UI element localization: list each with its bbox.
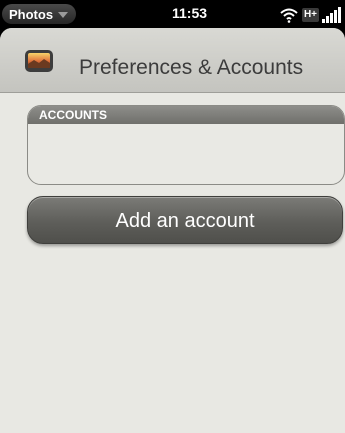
clock: 11:53	[172, 5, 208, 21]
signal-strength-icon	[322, 7, 341, 23]
chevron-down-icon	[58, 11, 69, 18]
app-window: Preferences & Accounts ACCOUNTS Add an a…	[0, 28, 345, 433]
accounts-group: ACCOUNTS	[27, 105, 345, 185]
add-account-button[interactable]: Add an account	[27, 196, 343, 244]
status-icons[interactable]: H+	[279, 5, 341, 23]
accounts-section-label: ACCOUNTS	[28, 106, 344, 124]
network-type-badge: H+	[301, 8, 319, 22]
accounts-list[interactable]	[28, 125, 344, 184]
page-title: Preferences & Accounts	[79, 56, 304, 79]
wifi-icon	[280, 8, 298, 23]
app-header: Preferences & Accounts	[0, 28, 345, 93]
app-menu[interactable]: Photos	[2, 4, 77, 24]
status-bar: Photos 11:53 H+	[0, 0, 345, 28]
app-menu-label: Photos	[9, 6, 54, 22]
screen: Photos 11:53 H+ Preferences & Accounts A…	[0, 0, 345, 433]
photos-app-icon	[25, 50, 53, 72]
